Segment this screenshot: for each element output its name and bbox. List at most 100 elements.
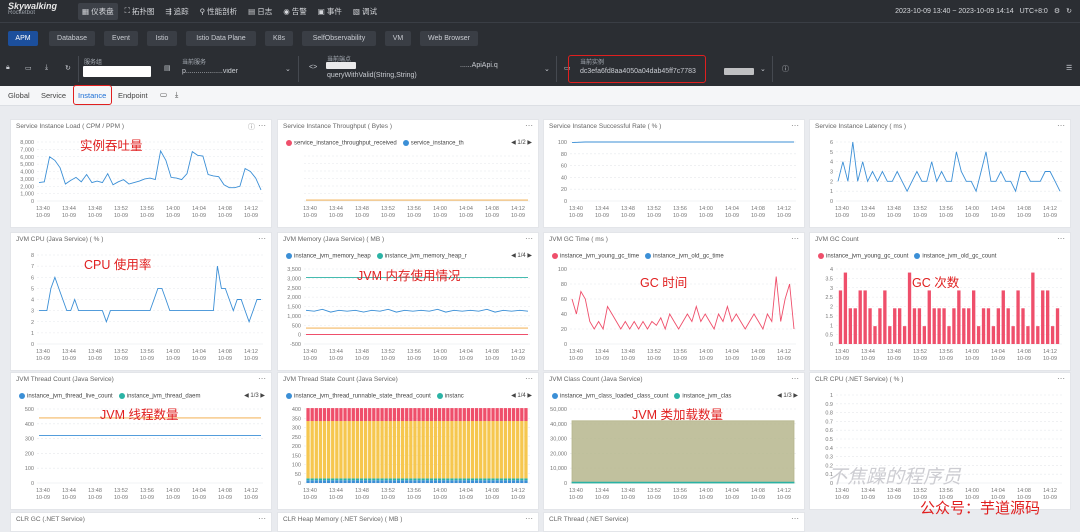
stacked-bar-segment[interactable] xyxy=(347,480,351,483)
stacked-bar-segment[interactable] xyxy=(351,480,355,483)
stacked-bar-segment[interactable] xyxy=(310,478,314,481)
stacked-bar-segment[interactable] xyxy=(400,408,405,422)
stacked-bar-segment[interactable] xyxy=(491,421,495,479)
stacked-bar-segment[interactable] xyxy=(495,408,499,422)
bar[interactable] xyxy=(843,272,848,344)
stacked-bar-segment[interactable] xyxy=(392,421,397,479)
legend-pager[interactable]: ◀ 1/2 ▶ xyxy=(511,139,532,146)
stacked-bar-segment[interactable] xyxy=(384,480,388,483)
stacked-bar-segment[interactable] xyxy=(466,408,471,422)
stacked-bar-segment[interactable] xyxy=(433,480,438,483)
stacked-bar-segment[interactable] xyxy=(322,408,327,422)
chevron-down-icon[interactable]: ⌄ xyxy=(760,65,766,73)
time-range[interactable]: 2023-10-09 13:40 ~ 2023-10-09 14:14 xyxy=(895,8,1014,15)
bar[interactable] xyxy=(858,290,862,344)
stacked-bar-segment[interactable] xyxy=(520,421,524,479)
stacked-bar-segment[interactable] xyxy=(335,421,339,479)
stacked-bar-segment[interactable] xyxy=(326,421,331,479)
more-icon[interactable]: ⋯ xyxy=(1057,234,1065,243)
stacked-bar-segment[interactable] xyxy=(507,421,512,479)
stacked-bar-segment[interactable] xyxy=(400,478,405,481)
stacked-bar-segment[interactable] xyxy=(429,480,434,483)
stacked-bar-segment[interactable] xyxy=(421,478,425,481)
stacked-bar-segment[interactable] xyxy=(318,408,323,422)
stacked-bar-segment[interactable] xyxy=(355,408,360,422)
stacked-bar-segment[interactable] xyxy=(376,478,380,481)
stacked-bar-segment[interactable] xyxy=(306,478,310,481)
stacked-bar-segment[interactable] xyxy=(483,421,487,479)
stacked-bar-segment[interactable] xyxy=(351,421,355,479)
bar[interactable] xyxy=(957,290,961,344)
stacked-bar-segment[interactable] xyxy=(437,408,442,422)
bar[interactable] xyxy=(1036,326,1040,344)
stacked-bar-segment[interactable] xyxy=(421,408,425,422)
stacked-bar-segment[interactable] xyxy=(466,480,471,483)
stacked-bar-segment[interactable] xyxy=(458,480,462,483)
stacked-bar-segment[interactable] xyxy=(396,478,401,481)
chevron-down-icon[interactable]: ⌄ xyxy=(285,65,291,73)
stacked-bar-segment[interactable] xyxy=(503,408,508,422)
more-icon[interactable]: ⋯ xyxy=(791,374,799,383)
stacked-bar-segment[interactable] xyxy=(520,480,524,483)
stacked-bar-segment[interactable] xyxy=(376,480,380,483)
stacked-bar-segment[interactable] xyxy=(335,478,339,481)
stacked-bar-segment[interactable] xyxy=(437,480,442,483)
stacked-bar-segment[interactable] xyxy=(499,421,503,479)
more-icon[interactable]: ⋯ xyxy=(525,374,533,383)
stacked-bar-segment[interactable] xyxy=(310,421,314,479)
bar[interactable] xyxy=(898,308,902,344)
bar[interactable] xyxy=(922,326,926,344)
stacked-bar-segment[interactable] xyxy=(392,408,397,422)
stacked-bar-segment[interactable] xyxy=(331,478,335,481)
series-area[interactable] xyxy=(571,481,795,484)
more-icon[interactable]: ⋯ xyxy=(525,121,533,130)
stacked-bar-segment[interactable] xyxy=(322,421,327,479)
stacked-bar-segment[interactable] xyxy=(384,408,388,422)
stacked-bar-segment[interactable] xyxy=(499,478,503,481)
more-icon[interactable]: ⋯ xyxy=(525,514,533,523)
stacked-bar-segment[interactable] xyxy=(405,480,409,483)
bar[interactable] xyxy=(1006,308,1010,344)
stacked-bar-segment[interactable] xyxy=(495,478,499,481)
bar[interactable] xyxy=(907,272,912,344)
stacked-bar-segment[interactable] xyxy=(466,421,471,479)
stacked-bar-segment[interactable] xyxy=(446,480,450,483)
stacked-bar-segment[interactable] xyxy=(462,421,466,479)
more-icon[interactable]: ⋯ xyxy=(1057,121,1065,130)
stacked-bar-segment[interactable] xyxy=(339,480,343,483)
bar[interactable] xyxy=(1031,272,1035,344)
bar[interactable] xyxy=(962,308,966,344)
stacked-bar-segment[interactable] xyxy=(511,408,516,422)
bar[interactable] xyxy=(893,308,897,344)
stacked-bar-segment[interactable] xyxy=(413,480,417,483)
stacked-bar-segment[interactable] xyxy=(355,480,360,483)
more-icon[interactable]: ⋯ xyxy=(791,121,799,130)
stacked-bar-segment[interactable] xyxy=(372,478,376,481)
stacked-bar-segment[interactable] xyxy=(503,478,508,481)
stacked-bar-segment[interactable] xyxy=(425,421,429,479)
stacked-bar-segment[interactable] xyxy=(376,421,380,479)
stacked-bar-segment[interactable] xyxy=(388,478,392,481)
tab-istio-data-plane[interactable]: Istio Data Plane xyxy=(186,31,256,46)
stacked-bar-segment[interactable] xyxy=(520,408,524,422)
bar[interactable] xyxy=(932,308,936,344)
bar[interactable] xyxy=(1001,290,1005,344)
stacked-bar-segment[interactable] xyxy=(454,421,458,479)
stacked-bar-segment[interactable] xyxy=(495,421,499,479)
legend-item[interactable]: instance_jvm_memory_heap_r xyxy=(376,253,467,260)
stacked-bar-segment[interactable] xyxy=(326,478,331,481)
stacked-bar-segment[interactable] xyxy=(437,421,442,479)
stacked-bar-segment[interactable] xyxy=(479,408,483,422)
stacked-bar-segment[interactable] xyxy=(363,478,368,481)
series-area[interactable] xyxy=(571,420,795,484)
stacked-bar-segment[interactable] xyxy=(413,408,417,422)
settings-icon[interactable]: ⚙ xyxy=(1054,7,1060,15)
series-line[interactable] xyxy=(571,141,794,144)
stacked-bar-segment[interactable] xyxy=(520,478,524,481)
stacked-bar-segment[interactable] xyxy=(310,408,314,422)
stacked-bar-segment[interactable] xyxy=(380,480,384,483)
stacked-bar-segment[interactable] xyxy=(343,408,347,422)
timezone[interactable]: UTC+8:0 xyxy=(1020,8,1048,15)
stacked-bar-segment[interactable] xyxy=(380,478,384,481)
nav-topology[interactable]: ⛶ 拓扑图 xyxy=(121,3,159,20)
